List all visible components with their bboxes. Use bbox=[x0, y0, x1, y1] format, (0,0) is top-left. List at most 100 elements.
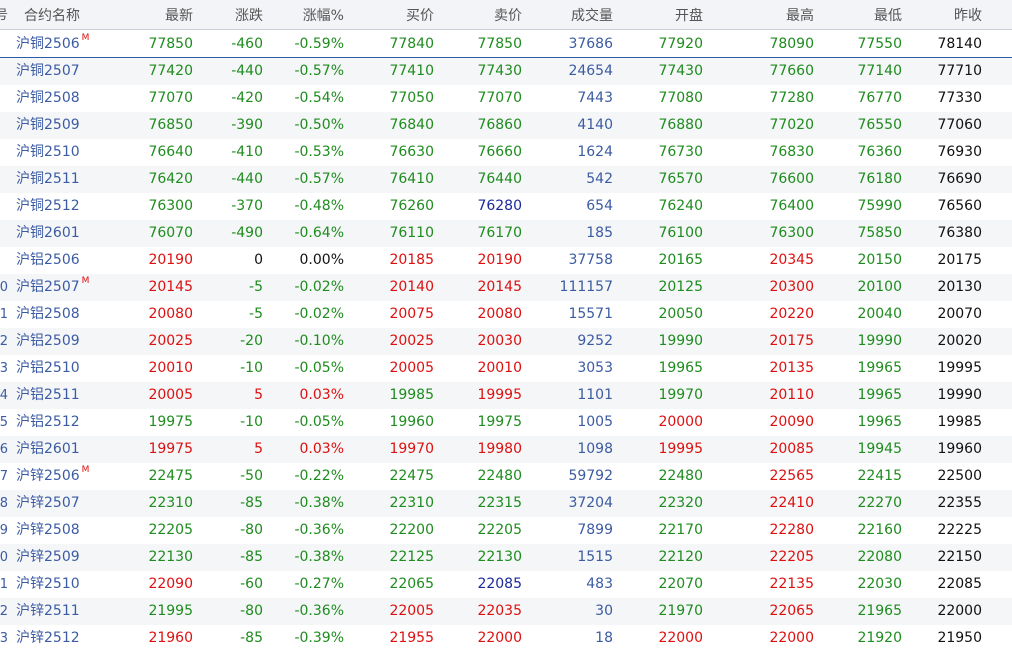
row-index-text: 3 bbox=[0, 361, 8, 376]
ask-price-text: 76440 bbox=[477, 171, 522, 187]
contract-name: 沪铜2510 bbox=[16, 139, 120, 166]
table-row[interactable]: 3 沪铝2510 20010 -10 -0.05% 20005 20010 3053 19965… bbox=[0, 355, 1012, 382]
table-row[interactable]: 1 沪铝2508 20080 -5 -0.02% 20075 20080 15571 20050… bbox=[0, 301, 1012, 328]
table-row[interactable]: 8 沪锌2507 22310 -85 -0.38% 22310 22315 37204 2232… bbox=[0, 490, 1012, 517]
ask-price: 20030 bbox=[434, 328, 522, 355]
open-price-text: 76100 bbox=[658, 225, 703, 241]
table-row[interactable]: 6 沪铝2601 19975 5 0.03% 19970 19980 1098 19995 200… bbox=[0, 436, 1012, 463]
table-row[interactable]: 0 沪锌2509 22130 -85 -0.38% 22125 22130 1515 22120… bbox=[0, 544, 1012, 571]
header-bid[interactable]: 买价 bbox=[344, 0, 434, 32]
last-price: 20080 bbox=[120, 301, 193, 328]
prev-close-text: 77330 bbox=[937, 90, 982, 106]
open-price-text: 22120 bbox=[658, 549, 703, 565]
low-price: 19990 bbox=[814, 328, 902, 355]
last-price-text: 22205 bbox=[148, 522, 193, 538]
open-price-text: 76570 bbox=[658, 171, 703, 187]
table-row[interactable]: 沪铝2506 20190 0 0.00% 20185 20190 37758 20165 203… bbox=[0, 247, 1012, 274]
bid-price-text: 20140 bbox=[389, 279, 434, 295]
volume: 1005 bbox=[522, 409, 613, 436]
ask-price: 19980 bbox=[434, 436, 522, 463]
header-high[interactable]: 最高 bbox=[703, 0, 814, 32]
table-row[interactable]: 2 沪锌2511 21995 -80 -0.36% 22005 22035 30 21970 22… bbox=[0, 598, 1012, 625]
table-row[interactable]: 沪铜2512 76300 -370 -0.48% 76260 76280 654 76240 7… bbox=[0, 193, 1012, 220]
bid-price: 22475 bbox=[344, 463, 434, 490]
open-price: 76730 bbox=[613, 139, 703, 166]
high-price: 20345 bbox=[703, 247, 814, 274]
table-row[interactable]: 沪铜2506 M 77850 -460 -0.59% 77840 77850 37686 779… bbox=[0, 31, 1012, 58]
ask-price: 77430 bbox=[434, 58, 522, 85]
header-ask[interactable]: 卖价 bbox=[434, 0, 522, 32]
volume-text: 1101 bbox=[577, 387, 613, 403]
header-prev-close[interactable]: 昨收 bbox=[902, 0, 982, 32]
header-change-percent[interactable]: 涨幅% bbox=[263, 0, 344, 32]
row-index: 8 bbox=[0, 490, 8, 517]
volume: 1624 bbox=[522, 139, 613, 166]
high-price: 20220 bbox=[703, 301, 814, 328]
header-change[interactable]: 涨跌 bbox=[193, 0, 263, 32]
table-row[interactable]: 沪铜2508 77070 -420 -0.54% 77050 77070 7443 77080… bbox=[0, 85, 1012, 112]
ask-price-text: 20145 bbox=[477, 279, 522, 295]
open-price: 76570 bbox=[613, 166, 703, 193]
volume-text: 654 bbox=[586, 198, 613, 214]
prev-close: 20175 bbox=[902, 247, 982, 274]
contract-name-text: 沪锌2506 bbox=[16, 468, 80, 484]
low-price-text: 22030 bbox=[857, 576, 902, 592]
change: -420 bbox=[193, 85, 263, 112]
row-index-text: 1 bbox=[0, 307, 8, 322]
bid-price: 20075 bbox=[344, 301, 434, 328]
header-low[interactable]: 最低 bbox=[814, 0, 902, 32]
table-row[interactable]: 沪铜2511 76420 -440 -0.57% 76410 76440 542 76570 7… bbox=[0, 166, 1012, 193]
contract-name: 沪铜2508 bbox=[16, 85, 120, 112]
table-row[interactable]: 5 沪铝2512 19975 -10 -0.05% 19960 19975 1005 20000… bbox=[0, 409, 1012, 436]
table-row[interactable]: 2 沪铝2509 20025 -20 -0.10% 20025 20030 9252 19990… bbox=[0, 328, 1012, 355]
change-percent-text: -0.54% bbox=[294, 90, 344, 106]
row-index: 7 bbox=[0, 463, 8, 490]
row-index: 4 bbox=[0, 382, 8, 409]
volume: 7443 bbox=[522, 85, 613, 112]
low-price-text: 75990 bbox=[857, 198, 902, 214]
last-price-text: 76420 bbox=[148, 171, 193, 187]
table-row[interactable]: 沪铜2601 76070 -490 -0.64% 76110 76170 185 76100 7… bbox=[0, 220, 1012, 247]
main-contract-flag: M bbox=[81, 276, 90, 286]
contract-name: 沪铜2509 bbox=[16, 112, 120, 139]
ask-price-text: 77850 bbox=[477, 36, 522, 52]
ask-price-text: 22085 bbox=[477, 576, 522, 592]
change: -85 bbox=[193, 544, 263, 571]
high-price-text: 22280 bbox=[769, 522, 814, 538]
low-price: 20100 bbox=[814, 274, 902, 301]
open-price-text: 76880 bbox=[658, 117, 703, 133]
table-row[interactable]: 7 沪锌2506 M 22475 -50 -0.22% 22475 22480 59792 224… bbox=[0, 463, 1012, 490]
change-percent: -0.02% bbox=[263, 301, 344, 328]
low-price: 77140 bbox=[814, 58, 902, 85]
header-last-price[interactable]: 最新 bbox=[120, 0, 193, 32]
header-volume[interactable]: 成交量 bbox=[522, 0, 613, 32]
table-row[interactable]: 1 沪锌2510 22090 -60 -0.27% 22065 22085 483 22070 2… bbox=[0, 571, 1012, 598]
bid-price: 20025 bbox=[344, 328, 434, 355]
header-contract-name[interactable]: 合约名称 bbox=[24, 0, 128, 32]
volume: 59792 bbox=[522, 463, 613, 490]
last-price-text: 76850 bbox=[148, 117, 193, 133]
change-text: -440 bbox=[231, 63, 263, 79]
contract-name-text: 沪铝2601 bbox=[16, 441, 80, 457]
table-row[interactable]: 沪铜2507 77420 -440 -0.57% 77410 77430 24654 7743… bbox=[0, 58, 1012, 85]
table-row[interactable]: 沪铜2510 76640 -410 -0.53% 76630 76660 1624 76730… bbox=[0, 139, 1012, 166]
last-price-text: 20010 bbox=[148, 360, 193, 376]
table-row[interactable]: 9 沪锌2508 22205 -80 -0.36% 22200 22205 7899 22170… bbox=[0, 517, 1012, 544]
low-price: 21920 bbox=[814, 625, 902, 652]
table-row[interactable]: 0 沪铝2507 M 20145 -5 -0.02% 20140 20145 111157 201… bbox=[0, 274, 1012, 301]
high-price: 22065 bbox=[703, 598, 814, 625]
change-percent: -0.53% bbox=[263, 139, 344, 166]
header-index[interactable]: 号 bbox=[0, 0, 8, 32]
change-text: -5 bbox=[249, 279, 263, 295]
change-text: -5 bbox=[249, 306, 263, 322]
header-open[interactable]: 开盘 bbox=[613, 0, 703, 32]
prev-close: 19995 bbox=[902, 355, 982, 382]
table-row[interactable]: 3 沪锌2512 21960 -85 -0.39% 21955 22000 18 22000 22… bbox=[0, 625, 1012, 652]
change-text: -460 bbox=[231, 36, 263, 52]
table-row[interactable]: 沪铜2509 76850 -390 -0.50% 76840 76860 4140 76880… bbox=[0, 112, 1012, 139]
high-price: 22135 bbox=[703, 571, 814, 598]
table-row[interactable]: 4 沪铝2511 20005 5 0.03% 19985 19995 1101 19970 201… bbox=[0, 382, 1012, 409]
quote-table: 号 合约名称 最新 涨跌 涨幅% 买价 卖价 成交量 开盘 最高 最低 昨收 沪… bbox=[0, 0, 1012, 654]
open-price-text: 22320 bbox=[658, 495, 703, 511]
last-price: 20010 bbox=[120, 355, 193, 382]
